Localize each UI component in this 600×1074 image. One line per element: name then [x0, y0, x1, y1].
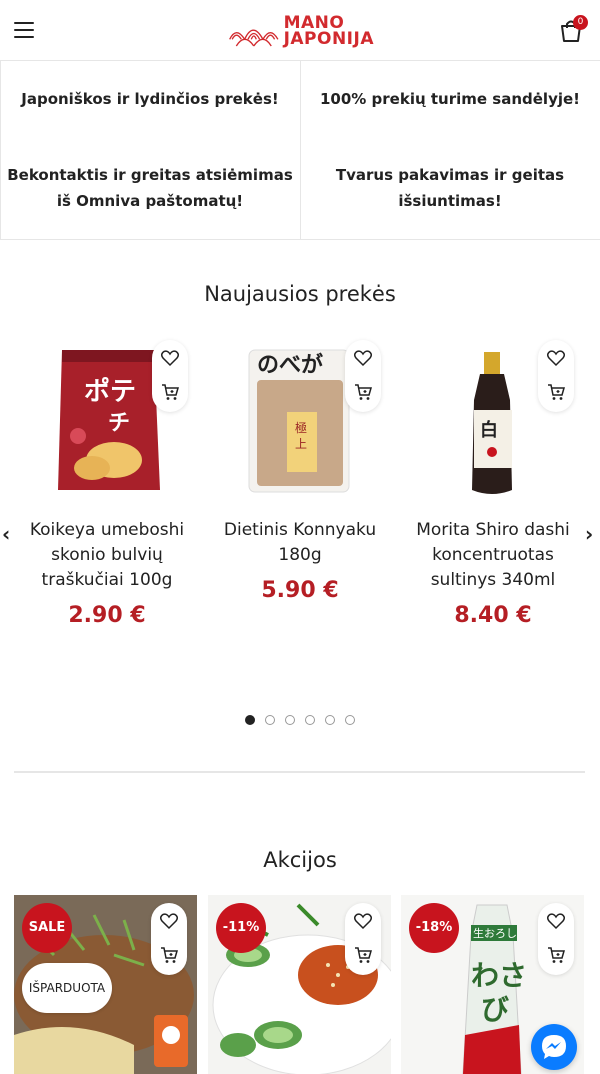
- svg-text:わさ: わさ: [471, 959, 527, 992]
- feature-japanese-goods: Japoniškos ir lydinčios prekės!: [21, 90, 279, 108]
- site-header: MANO JAPONIJA 0: [0, 0, 600, 61]
- carousel-dot[interactable]: [265, 715, 275, 725]
- sale-badge: -11%: [216, 903, 266, 953]
- add-to-cart-icon[interactable]: [159, 945, 179, 965]
- wishlist-heart-icon[interactable]: [353, 911, 373, 931]
- carousel-prev-arrow[interactable]: ‹: [2, 522, 10, 546]
- carousel-dot[interactable]: [285, 715, 295, 725]
- product-actions: [345, 903, 381, 975]
- messenger-chat-button[interactable]: [531, 1024, 577, 1070]
- product-actions: [151, 903, 187, 975]
- product-title[interactable]: Koikeya umeboshi skonio bulvių traškučia…: [14, 518, 200, 593]
- carousel-dot[interactable]: [325, 715, 335, 725]
- carousel-dot[interactable]: [345, 715, 355, 725]
- wishlist-heart-icon[interactable]: [546, 911, 566, 931]
- wishlist-heart-icon[interactable]: [546, 348, 566, 368]
- svg-text:び: び: [481, 993, 509, 1026]
- add-to-cart-icon[interactable]: [353, 382, 373, 402]
- site-logo[interactable]: MANO JAPONIJA: [228, 8, 374, 54]
- add-to-cart-icon[interactable]: [160, 382, 180, 402]
- sold-out-label: IŠPARDUOTA: [22, 963, 112, 1013]
- product-actions: [538, 340, 574, 412]
- carousel-pagination: [245, 715, 365, 727]
- product-price: 5.90 €: [261, 578, 339, 603]
- product-card[interactable]: のべが 極 上 Dietinis Konnyaku 180g 5.90 €: [207, 340, 393, 640]
- wishlist-heart-icon[interactable]: [159, 911, 179, 931]
- svg-text:ポテ: ポテ: [84, 376, 136, 407]
- product-card[interactable]: 白 Morita Shiro dashi koncentruotas sulti…: [400, 340, 586, 640]
- product-title[interactable]: Morita Shiro dashi koncentruotas sultiny…: [400, 518, 586, 593]
- add-to-cart-icon[interactable]: [546, 382, 566, 402]
- logo-waves-icon: [229, 29, 279, 47]
- section-divider: [14, 771, 585, 773]
- feature-pickup: Bekontaktis ir greitas atsiėmimas iš Omn…: [7, 166, 293, 210]
- feature-packaging: Tvarus pakavimas ir geitas išsiuntimas!: [335, 166, 565, 210]
- product-actions: [345, 340, 381, 412]
- product-card[interactable]: ポテ チ Koikeya umeboshi skonio bulvių traš…: [14, 340, 200, 640]
- wishlist-heart-icon[interactable]: [160, 348, 180, 368]
- sale-product-card[interactable]: SALE IŠPARDUOTA: [14, 895, 197, 1074]
- svg-text:のべが: のべが: [257, 352, 323, 378]
- add-to-cart-icon[interactable]: [546, 945, 566, 965]
- sales-title: Akcijos: [263, 848, 337, 872]
- add-to-cart-icon[interactable]: [353, 945, 373, 965]
- product-price: 2.90 €: [68, 603, 146, 628]
- svg-text:チ: チ: [108, 411, 130, 436]
- product-title[interactable]: Dietinis Konnyaku 180g: [207, 518, 393, 568]
- svg-text:生おろし: 生おろし: [473, 926, 517, 940]
- sale-badge: -18%: [409, 903, 459, 953]
- carousel-next-arrow[interactable]: ›: [585, 522, 593, 546]
- cart-count-badge: 0: [573, 15, 588, 30]
- logo-text: MANO JAPONIJA: [283, 13, 374, 49]
- features-block: Japoniškos ir lydinčios prekės! 100% pre…: [0, 61, 600, 240]
- messenger-icon: [542, 1035, 566, 1059]
- carousel-dot[interactable]: [245, 715, 255, 725]
- product-actions: [152, 340, 188, 412]
- svg-text:白: 白: [480, 419, 498, 441]
- wishlist-heart-icon[interactable]: [353, 348, 373, 368]
- new-products-title: Naujausios prekės: [204, 282, 396, 306]
- carousel-dot[interactable]: [305, 715, 315, 725]
- menu-icon[interactable]: [14, 22, 34, 38]
- feature-in-stock: 100% prekių turime sandėlyje!: [319, 90, 581, 108]
- svg-text:極: 極: [295, 420, 307, 435]
- product-actions: [538, 903, 574, 975]
- product-price: 8.40 €: [454, 603, 532, 628]
- svg-text:上: 上: [295, 437, 307, 451]
- sale-badge: SALE: [22, 903, 72, 953]
- sale-product-card[interactable]: -11%: [208, 895, 391, 1074]
